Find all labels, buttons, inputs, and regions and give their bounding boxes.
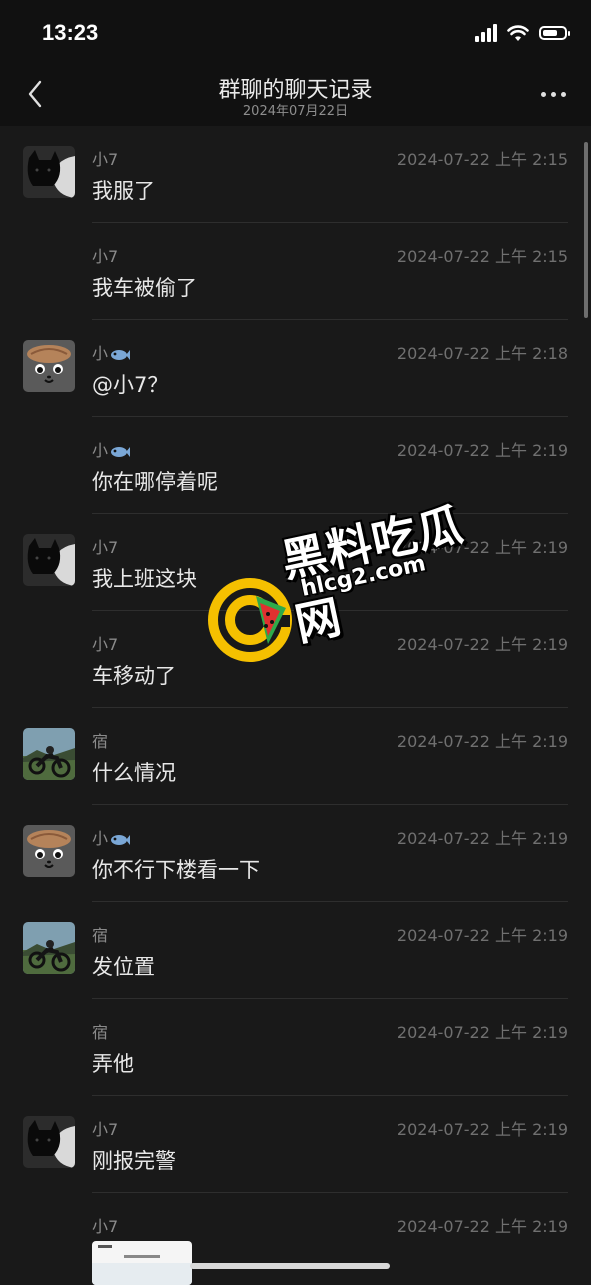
- sender-label: 小7: [92, 1120, 119, 1139]
- cat-avatar[interactable]: [23, 534, 75, 586]
- message-row[interactable]: 小7 2024-07-22 上午 2:19 我上班这块: [0, 514, 591, 611]
- message-row[interactable]: 小 2024-07-22 上午 2:18 @小7？: [0, 320, 591, 417]
- sender-name: 宿: [92, 1019, 108, 1043]
- sender-label: 小: [92, 344, 109, 363]
- message-timestamp: 2024-07-22 上午 2:15: [396, 247, 568, 266]
- message-timestamp: 2024-07-22 上午 2:19: [396, 538, 568, 557]
- sender-label: 宿: [92, 732, 109, 751]
- preview-map: [92, 1263, 192, 1285]
- image-attachment[interactable]: [92, 1241, 192, 1285]
- page-subtitle: 2024年07月22日: [242, 104, 349, 119]
- sender-label: 小7: [92, 150, 119, 169]
- message-text: 什么情况: [92, 761, 176, 785]
- message-timestamp: 2024-07-22 上午 2:19: [396, 829, 568, 848]
- message-row[interactable]: 宿 2024-07-22 上午 2:19 弄他: [0, 999, 591, 1096]
- message-row[interactable]: 宿 2024-07-22 上午 2:19 发位置: [0, 902, 591, 999]
- message-text: @小7？: [92, 373, 169, 397]
- sender-name: 小7: [92, 146, 118, 170]
- cartoon-face-avatar[interactable]: [23, 825, 75, 877]
- sender-name: 小: [92, 825, 131, 849]
- nav-bar: 群聊的聊天记录 2024年07月22日: [0, 66, 591, 126]
- sender-name: 小7: [92, 1213, 118, 1237]
- sender-name: 小7: [92, 631, 118, 655]
- message-timestamp: 2024-07-22 上午 2:19: [396, 926, 568, 945]
- status-time: 13:23: [42, 20, 99, 45]
- message-row[interactable]: 宿 2024-07-22 上午 2:19 什么情况: [0, 708, 591, 805]
- sender-name: 小7: [92, 1116, 118, 1140]
- cat-avatar[interactable]: [23, 146, 75, 198]
- system-icons: [475, 24, 570, 42]
- sender-label: 小7: [92, 635, 119, 654]
- preview-title-line: [124, 1255, 160, 1258]
- message-row[interactable]: 小 2024-07-22 上午 2:19 你在哪停着呢: [0, 417, 591, 514]
- message-text: 你不行下楼看一下: [92, 858, 260, 882]
- message-text: 我服了: [92, 179, 155, 203]
- message-row[interactable]: 小 2024-07-22 上午 2:19 你不行下楼看一下: [0, 805, 591, 902]
- battery-level: [543, 30, 557, 36]
- message-timestamp: 2024-07-22 上午 2:19: [396, 732, 568, 751]
- message-timestamp: 2024-07-22 上午 2:19: [396, 1120, 568, 1139]
- more-dot-icon: [550, 91, 556, 97]
- fish-emoji-icon: [111, 834, 131, 845]
- wifi-icon: [507, 24, 529, 41]
- message-text: 刚报完警: [92, 1149, 176, 1173]
- motorcycle-avatar[interactable]: [23, 922, 75, 974]
- message-timestamp: 2024-07-22 上午 2:19: [396, 1217, 568, 1236]
- battery-icon: [539, 26, 570, 40]
- message-timestamp: 2024-07-22 上午 2:18: [396, 344, 568, 363]
- sender-name: 宿: [92, 922, 108, 946]
- home-indicator[interactable]: [190, 1263, 390, 1269]
- message-timestamp: 2024-07-22 上午 2:19: [396, 441, 568, 460]
- more-dot-icon: [540, 91, 546, 97]
- sender-label: 小: [92, 441, 109, 460]
- sender-name: 小: [92, 340, 131, 364]
- message-row[interactable]: 小7 2024-07-22 上午 2:19 车移动了: [0, 611, 591, 708]
- message-text: 弄他: [92, 1052, 134, 1076]
- message-row[interactable]: 小7 2024-07-22 上午 2:19 刚报完警: [0, 1096, 591, 1193]
- message-row[interactable]: 小7 2024-07-22 上午 2:15 我服了: [0, 126, 591, 223]
- sender-label: 宿: [92, 1023, 109, 1042]
- sender-name: 宿: [92, 728, 108, 752]
- sender-label: 小: [92, 829, 109, 848]
- sender-label: 宿: [92, 926, 109, 945]
- more-options-button[interactable]: [535, 80, 571, 108]
- sender-label: 小7: [92, 247, 119, 266]
- sender-name: 小: [92, 437, 131, 461]
- sender-label: 小7: [92, 538, 119, 557]
- status-bar: 13:23: [0, 0, 591, 66]
- message-text: 发位置: [92, 955, 155, 979]
- fish-emoji-icon: [111, 446, 131, 457]
- message-list[interactable]: 小7 2024-07-22 上午 2:15 我服了 小7 2024-07-22 上午 2…: [0, 126, 591, 1280]
- cartoon-face-avatar[interactable]: [23, 340, 75, 392]
- message-text: 我上班这块: [92, 567, 197, 591]
- cellular-signal-icon: [475, 24, 497, 42]
- sender-name: 小7: [92, 534, 118, 558]
- message-row[interactable]: 小7 2024-07-22 上午 2:15 我车被偷了: [0, 223, 591, 320]
- sender-name: 小7: [92, 243, 118, 267]
- sender-label: 小7: [92, 1217, 119, 1236]
- message-text: 车移动了: [92, 664, 176, 688]
- cat-avatar[interactable]: [23, 1116, 75, 1168]
- message-timestamp: 2024-07-22 上午 2:19: [396, 635, 568, 654]
- preview-status-line: [98, 1245, 112, 1248]
- message-timestamp: 2024-07-22 上午 2:15: [396, 150, 568, 169]
- motorcycle-avatar[interactable]: [23, 728, 75, 780]
- message-timestamp: 2024-07-22 上午 2:19: [396, 1023, 568, 1042]
- message-text: 你在哪停着呢: [92, 470, 218, 494]
- more-dot-icon: [560, 91, 566, 97]
- message-text: 我车被偷了: [92, 276, 197, 300]
- fish-emoji-icon: [111, 349, 131, 360]
- scrollbar[interactable]: [584, 142, 588, 318]
